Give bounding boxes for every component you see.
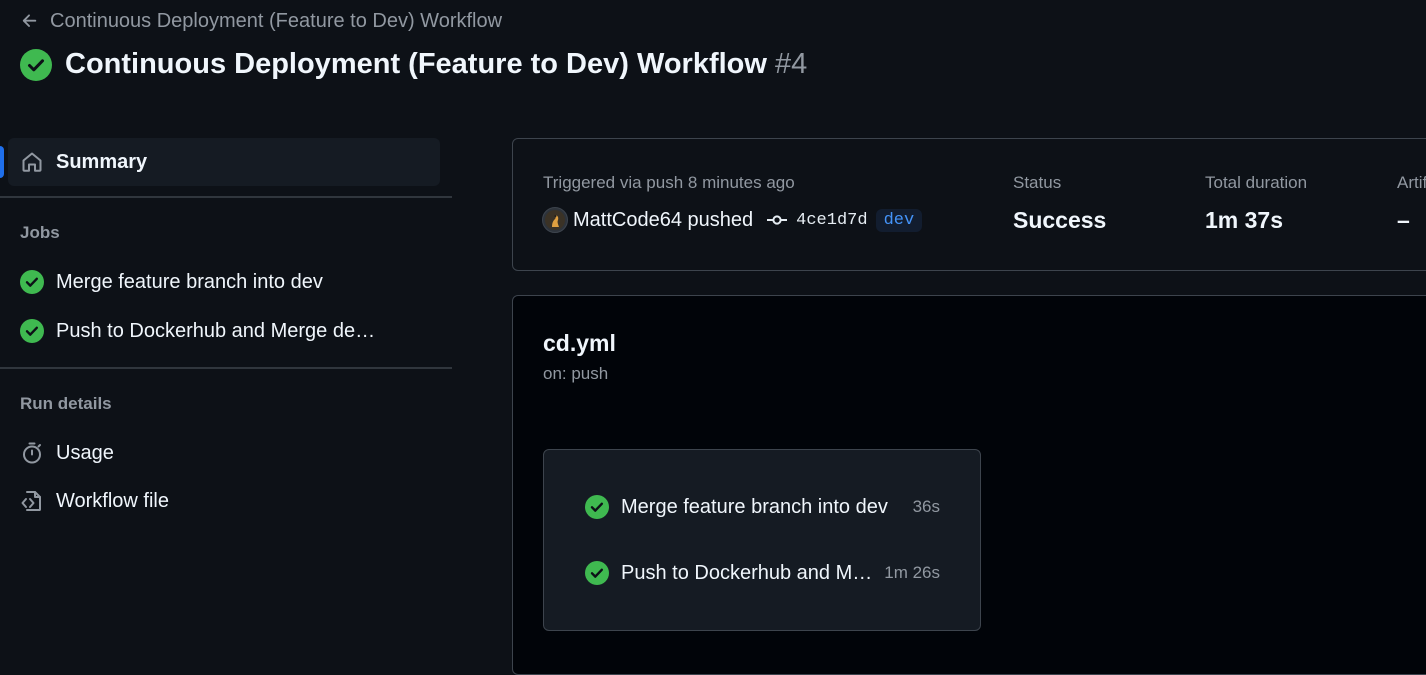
- file-code-icon: [21, 491, 41, 511]
- graph-job-merge-feature[interactable]: Merge feature branch into dev 36s: [585, 492, 940, 522]
- sidebar-item-label: Summary: [56, 150, 148, 173]
- graph-job-label: Push to Dockerhub and Merge dev into mai…: [621, 561, 873, 584]
- actor-text[interactable]: MattCode64 pushed: [573, 209, 753, 232]
- workflow-trigger: on: push: [543, 364, 609, 383]
- artifacts-stat: Artifacts –: [1397, 173, 1426, 234]
- stopwatch-icon: [23, 442, 41, 464]
- divider: [0, 367, 452, 369]
- actor-row: MattCode64 pushed 4ce1d7d dev: [542, 207, 923, 233]
- graph-job-push-dockerhub[interactable]: Push to Dockerhub and Merge dev into mai…: [585, 558, 940, 588]
- branch-badge[interactable]: dev: [875, 208, 923, 232]
- artifacts-value: –: [1397, 207, 1410, 233]
- back-to-workflow-link[interactable]: Continuous Deployment (Feature to Dev) W…: [20, 9, 502, 33]
- arrow-left-icon: [20, 11, 40, 31]
- sidebar-job-merge-feature[interactable]: Merge feature branch into dev: [20, 264, 440, 300]
- divider: [0, 196, 452, 198]
- workflow-file-name: cd.yml: [543, 330, 616, 356]
- success-check-icon: [585, 561, 609, 585]
- run-summary-card: Triggered via push 8 minutes ago MattCod…: [512, 138, 1426, 271]
- sidebar-item-summary[interactable]: Summary: [8, 138, 440, 186]
- sidebar-item-usage[interactable]: Usage: [20, 435, 440, 471]
- page-title-row: Continuous Deployment (Feature to Dev) W…: [20, 48, 807, 81]
- artifacts-label: Artifacts: [1397, 173, 1426, 192]
- git-commit-icon: [767, 215, 788, 225]
- status-stat: Status Success: [1013, 173, 1106, 234]
- sidebar-item-label: Usage: [56, 441, 114, 464]
- commit-sha-link[interactable]: 4ce1d7d: [796, 211, 867, 230]
- avatar[interactable]: [542, 207, 568, 233]
- avatar-image: [545, 210, 565, 230]
- run-details-heading: Run details: [20, 394, 112, 413]
- sidebar-job-push-dockerhub[interactable]: Push to Dockerhub and Merge dev into mai…: [20, 313, 440, 349]
- sidebar-job-label: Merge feature branch into dev: [56, 270, 323, 293]
- graph-job-label: Merge feature branch into dev: [621, 495, 888, 518]
- duration-stat: Total duration 1m 37s: [1205, 173, 1307, 234]
- status-value: Success: [1013, 207, 1107, 233]
- active-indicator: [0, 146, 4, 178]
- sidebar-job-label: Push to Dockerhub and Merge dev into mai…: [56, 319, 381, 342]
- duration-label: Total duration: [1205, 173, 1308, 192]
- sidebar-item-label: Workflow file: [56, 489, 169, 512]
- duration-value: 1m 37s: [1205, 207, 1284, 233]
- success-check-icon: [20, 270, 44, 294]
- workflow-graph-card: cd.yml on: push Merge feature branch int…: [512, 295, 1426, 675]
- page-title: Continuous Deployment (Feature to Dev) W…: [65, 48, 808, 80]
- graph-job-duration: 1m 26s: [884, 563, 940, 582]
- success-check-icon: [20, 48, 52, 81]
- success-check-icon: [20, 319, 44, 343]
- jobs-heading: Jobs: [20, 223, 60, 242]
- sidebar-item-workflow-file[interactable]: Workflow file: [20, 483, 440, 519]
- trigger-text: Triggered via push 8 minutes ago: [543, 173, 795, 192]
- jobs-group: Merge feature branch into dev 36s Push t…: [543, 449, 981, 631]
- graph-job-duration: 36s: [912, 497, 940, 516]
- status-label: Status: [1013, 173, 1062, 192]
- run-number: #4: [774, 48, 808, 80]
- back-link-label: Continuous Deployment (Feature to Dev) W…: [50, 9, 503, 32]
- success-check-icon: [585, 495, 609, 519]
- home-icon: [22, 152, 42, 172]
